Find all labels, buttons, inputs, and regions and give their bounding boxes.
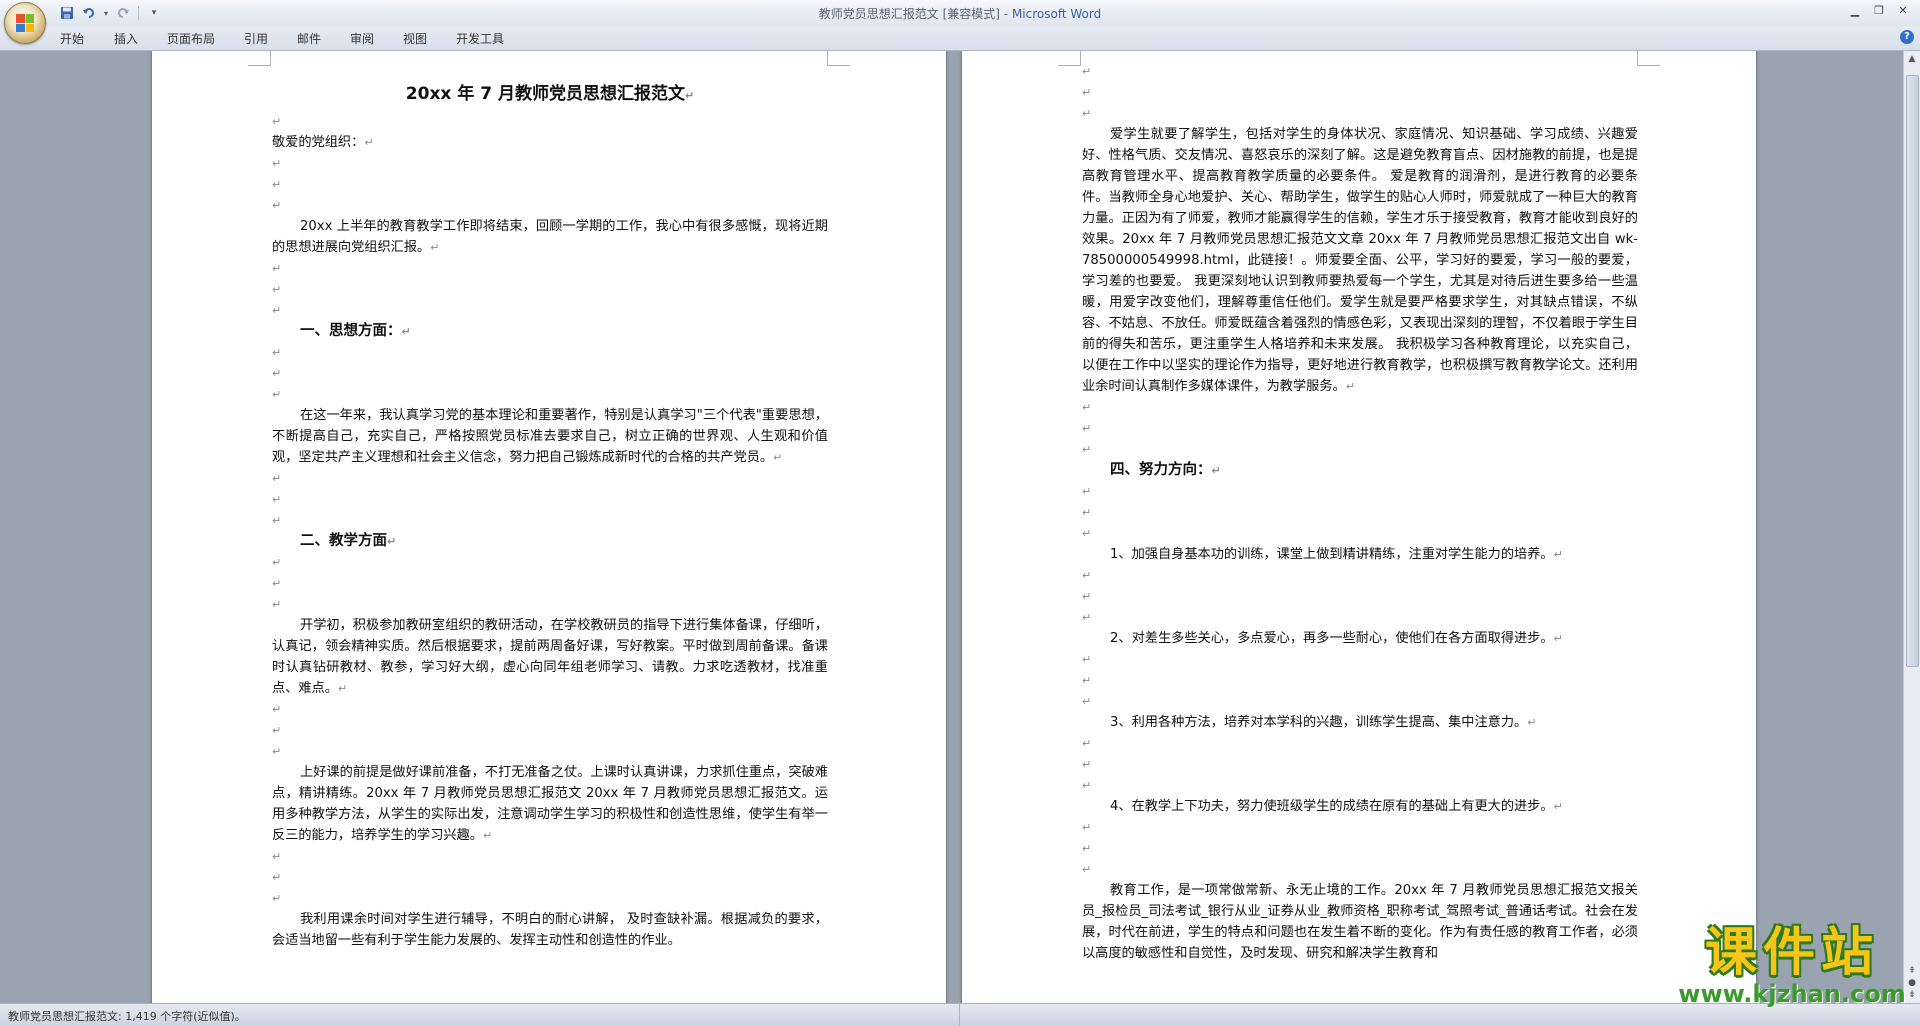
word-count-status[interactable]: 教师党员思想汇报范文: 1,419 个字符(近似值)。 [8,1008,246,1024]
document-name: 教师党员思想汇报范文 [818,7,939,21]
empty-paragraph [1082,502,1638,523]
empty-paragraph [1082,82,1638,103]
title-bar: ▾ ▾ 教师党员思想汇报范文 [兼容模式] - Microsoft Word ▁… [0,0,1920,44]
scrollbar-thumb[interactable] [1906,75,1919,667]
tab-developer[interactable]: 开发工具 [456,30,504,47]
ribbon-tabs: 开始 插入 页面布局 引用 邮件 审阅 视图 开发工具 ? [0,26,1920,51]
empty-paragraph [1082,859,1638,880]
paragraph-thought: 在这一年来，我认真学习党的基本理论和重要著作，特别是认真学习"三个代表"重要思想… [272,405,828,468]
watermark-url: www.kjzhan.com [1678,980,1906,1008]
empty-paragraph [272,279,828,300]
empty-paragraph [272,552,828,573]
watermark-chinese: 课件站 [1704,922,1879,983]
direction-item-2: 2、对差生多些关心，多点爱心，再多一些耐心，使他们在各方面取得进步。 [1082,628,1638,649]
tab-home[interactable]: 开始 [60,30,84,47]
empty-paragraph [272,573,828,594]
help-icon[interactable]: ? [1900,30,1914,44]
page-2[interactable]: 爱学生就要了解学生，包括对学生的身体状况、家庭情况、知识基础、学习成绩、兴趣爱好… [962,51,1756,1003]
empty-paragraph [1082,439,1638,460]
empty-paragraph [272,741,828,762]
page-1[interactable]: 20xx 年 7 月教师党员思想汇报范文 敬爱的党组织： 20xx 上半年的教育… [152,51,946,1003]
scroll-up-icon[interactable]: ▲ [1906,53,1918,65]
tab-page-layout[interactable]: 页面布局 [167,30,215,47]
empty-paragraph [1082,691,1638,712]
intro-paragraph: 20xx 上半年的教育教学工作即将结束，回顾一学期的工作，我心中有很多感慨，现将… [272,216,828,258]
empty-paragraph [1082,649,1638,670]
empty-paragraph [1082,103,1638,124]
office-button[interactable] [4,2,46,44]
empty-paragraph [272,468,828,489]
empty-paragraph [272,195,828,216]
direction-item-1: 1、加强自身基本功的训练，课堂上做到精讲精练，注重对学生能力的培养。 [1082,544,1638,565]
maximize-icon[interactable]: ❐ [1868,2,1890,18]
empty-paragraph [1082,586,1638,607]
tab-review[interactable]: 审阅 [350,30,374,47]
page-1-text: 20xx 年 7 月教师党员思想汇报范文 敬爱的党组织： 20xx 上半年的教育… [272,82,828,951]
heading-direction: 四、努力方向： [1082,460,1638,481]
empty-paragraph [1082,523,1638,544]
salutation: 敬爱的党组织： [272,132,828,153]
empty-paragraph [272,384,828,405]
status-bar: 教师党员思想汇报范文: 1,419 个字符(近似值)。 [0,1003,1920,1026]
tab-insert[interactable]: 插入 [114,30,138,47]
empty-paragraph [272,846,828,867]
empty-paragraph [1082,397,1638,418]
heading-teaching: 二、教学方面 [272,531,828,552]
tab-view[interactable]: 视图 [403,30,427,47]
empty-paragraph [272,300,828,321]
empty-paragraph [1082,817,1638,838]
empty-paragraph [1082,481,1638,502]
empty-paragraph [1082,607,1638,628]
page-2-text: 爱学生就要了解学生，包括对学生的身体状况、家庭情况、知识基础、学习成绩、兴趣爱好… [1082,61,1638,964]
empty-paragraph [272,594,828,615]
site-watermark-logo: 课件站 www.kjzhan.com [1672,922,1912,1008]
empty-paragraph [1082,61,1638,82]
direction-item-3: 3、利用各种方法，培养对本学科的兴趣，训练学生提高、集中注意力。 [1082,712,1638,733]
empty-paragraph [1082,670,1638,691]
empty-paragraph [1082,733,1638,754]
compat-mode: [兼容模式] [942,7,1000,21]
empty-paragraph [1082,838,1638,859]
margin-corner-mark [827,51,850,66]
close-icon[interactable]: ✕ [1892,2,1914,18]
empty-paragraph [272,342,828,363]
empty-paragraph [272,888,828,909]
office-logo-icon [16,14,34,32]
empty-paragraph [272,174,828,195]
vertical-scrollbar[interactable]: ▲ ⇞ ● ⇟ [1903,51,1920,1003]
window-title: 教师党员思想汇报范文 [兼容模式] - Microsoft Word [818,7,1102,21]
document-area: 20xx 年 7 月教师党员思想汇报范文 敬爱的党组织： 20xx 上半年的教育… [0,51,1904,1003]
tab-references[interactable]: 引用 [244,30,268,47]
empty-paragraph [1082,754,1638,775]
tab-mailings[interactable]: 邮件 [297,30,321,47]
paragraph-teaching-2: 上好课的前提是做好课前准备，不打无准备之仗。上课时认真讲课，力求抓住重点，突破难… [272,762,828,846]
app-name: Microsoft Word [1011,7,1102,21]
paragraph-love-students: 爱学生就要了解学生，包括对学生的身体状况、家庭情况、知识基础、学习成绩、兴趣爱好… [1082,124,1638,397]
minimize-icon[interactable]: ▁ [1844,2,1866,18]
empty-paragraph [1082,565,1638,586]
empty-paragraph [272,489,828,510]
paragraph-closing: 教育工作，是一项常做常新、永无止境的工作。20xx 年 7 月教师党员思想汇报范… [1082,883,1638,961]
empty-paragraph [272,363,828,384]
margin-corner-mark [248,51,271,66]
margin-corner-mark [1058,51,1081,66]
empty-paragraph [272,867,828,888]
margin-corner-mark [1637,51,1660,66]
empty-paragraph [272,699,828,720]
status-divider [959,1004,960,1026]
empty-paragraph [272,258,828,279]
empty-paragraph [272,510,828,531]
heading-thought: 一、思想方面： [272,321,828,342]
empty-paragraph [272,720,828,741]
empty-paragraph [1082,418,1638,439]
document-title: 20xx 年 7 月教师党员思想汇报范文 [272,82,828,108]
empty-paragraph [272,153,828,174]
empty-paragraph [272,111,828,132]
paragraph-teaching-3: 我利用课余时间对学生进行辅导，不明白的耐心讲解， 及时查缺补漏。根据减负的要求，… [272,912,828,948]
direction-item-4: 4、在教学上下功夫，努力使班级学生的成绩在原有的基础上有更大的进步。 [1082,796,1638,817]
empty-paragraph [1082,775,1638,796]
window-controls: ▁ ❐ ✕ [1844,2,1914,18]
paragraph-teaching-1: 开学初，积极参加教研室组织的教研活动，在学校教研员的指导下进行集体备课，仔细听，… [272,615,828,699]
